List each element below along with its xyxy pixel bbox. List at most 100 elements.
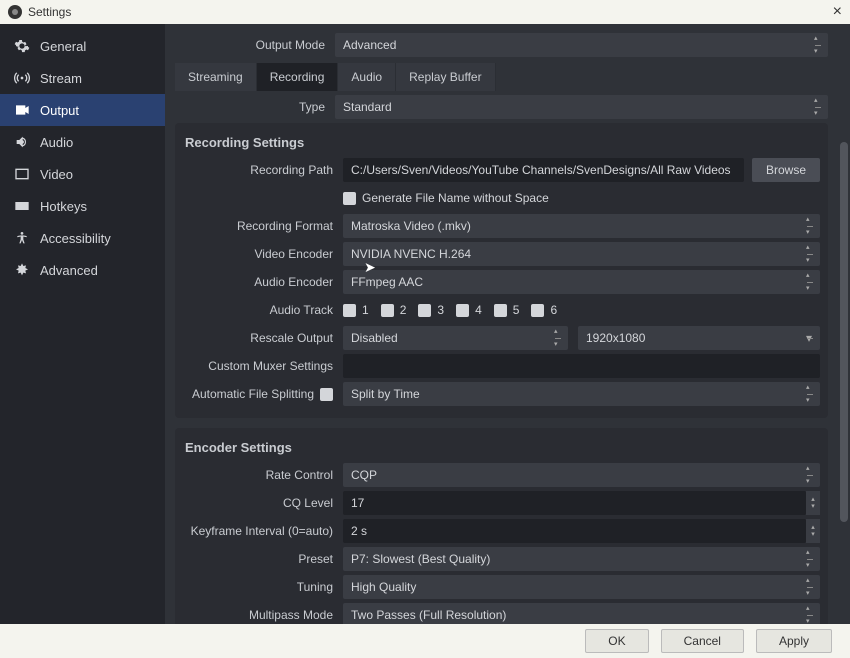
recording-settings-title: Recording Settings: [183, 131, 820, 158]
ok-button[interactable]: OK: [585, 629, 648, 653]
gen-filename-checkbox[interactable]: [343, 192, 356, 205]
sidebar-item-accessibility[interactable]: Accessibility: [0, 222, 165, 254]
tuning-label: Tuning: [183, 580, 343, 594]
recording-path-input[interactable]: [343, 158, 744, 182]
split-label: Automatic File Splitting: [192, 387, 314, 401]
close-icon[interactable]: ×: [833, 3, 842, 21]
sidebar-item-video[interactable]: Video: [0, 158, 165, 190]
cq-level-label: CQ Level: [183, 496, 343, 510]
sidebar-item-output[interactable]: Output: [0, 94, 165, 126]
recording-path-label: Recording Path: [183, 163, 343, 177]
advanced-icon: [14, 262, 30, 278]
audio-track-label: Audio Track: [183, 303, 343, 317]
split-checkbox[interactable]: [320, 388, 333, 401]
sidebar-label: Stream: [40, 71, 82, 86]
track-1-checkbox[interactable]: [343, 304, 356, 317]
bottom-bar: OK Cancel Apply: [0, 624, 850, 658]
encoder-settings-panel: Encoder Settings Rate Control CQP CQ Lev…: [175, 428, 828, 624]
gear-icon: [14, 38, 30, 54]
rescale-label: Rescale Output: [183, 331, 343, 345]
sidebar-label: Hotkeys: [40, 199, 87, 214]
window-title: Settings: [28, 5, 71, 19]
tab-audio[interactable]: Audio: [338, 63, 396, 91]
track-5-checkbox[interactable]: [494, 304, 507, 317]
spinner-icon: [806, 465, 816, 485]
tab-streaming[interactable]: Streaming: [175, 63, 257, 91]
output-icon: [14, 102, 30, 118]
keyframe-label: Keyframe Interval (0=auto): [183, 524, 343, 538]
spinner-icon: [554, 328, 564, 348]
spinner-icon: [814, 35, 824, 55]
tab-replay-buffer[interactable]: Replay Buffer: [396, 63, 496, 91]
recording-settings-panel: Recording Settings Recording Path Browse…: [175, 123, 828, 418]
spinner-icon: [806, 577, 816, 597]
track-6-checkbox[interactable]: [531, 304, 544, 317]
output-tabs: Streaming Recording Audio Replay Buffer: [175, 63, 828, 91]
keyframe-input[interactable]: [343, 519, 806, 543]
multipass-label: Multipass Mode: [183, 608, 343, 622]
type-select[interactable]: Standard: [335, 95, 828, 119]
video-encoder-label: Video Encoder: [183, 247, 343, 261]
gen-filename-label: Generate File Name without Space: [362, 191, 549, 205]
sidebar-label: Advanced: [40, 263, 98, 278]
recording-format-label: Recording Format: [183, 219, 343, 233]
spinner-icon: [806, 216, 816, 236]
sidebar-label: Accessibility: [40, 231, 111, 246]
spinner-icon[interactable]: [806, 491, 820, 515]
sidebar-item-stream[interactable]: Stream: [0, 62, 165, 94]
sidebar-label: General: [40, 39, 86, 54]
track-4-checkbox[interactable]: [456, 304, 469, 317]
spinner-icon: [806, 605, 816, 624]
keyboard-icon: [14, 198, 30, 214]
browse-button[interactable]: Browse: [752, 158, 820, 182]
tuning-select[interactable]: High Quality: [343, 575, 820, 599]
recording-format-select[interactable]: Matroska Video (.mkv): [343, 214, 820, 238]
sidebar: General Stream Output Audio Video Hotkey…: [0, 24, 165, 624]
spinner-icon: [806, 244, 816, 264]
accessibility-icon: [14, 230, 30, 246]
sidebar-item-hotkeys[interactable]: Hotkeys: [0, 190, 165, 222]
spinner-icon: [806, 272, 816, 292]
sidebar-item-advanced[interactable]: Advanced: [0, 254, 165, 286]
sidebar-label: Output: [40, 103, 79, 118]
sidebar-label: Audio: [40, 135, 73, 150]
app-logo-icon: [8, 5, 22, 19]
spinner-icon: [806, 549, 816, 569]
cancel-button[interactable]: Cancel: [661, 629, 744, 653]
scrollbar[interactable]: [840, 142, 848, 522]
rescale-res-select[interactable]: 1920x1080 ▾: [578, 326, 820, 350]
multipass-select[interactable]: Two Passes (Full Resolution): [343, 603, 820, 624]
chevron-down-icon: ▾: [806, 331, 812, 345]
rate-control-select[interactable]: CQP: [343, 463, 820, 487]
sidebar-item-audio[interactable]: Audio: [0, 126, 165, 158]
preset-label: Preset: [183, 552, 343, 566]
cq-level-input[interactable]: [343, 491, 806, 515]
muxer-input[interactable]: [343, 354, 820, 378]
split-select[interactable]: Split by Time: [343, 382, 820, 406]
spinner-icon: [806, 384, 816, 404]
audio-icon: [14, 134, 30, 150]
track-3-checkbox[interactable]: [418, 304, 431, 317]
sidebar-item-general[interactable]: General: [0, 30, 165, 62]
audio-encoder-select[interactable]: FFmpeg AAC: [343, 270, 820, 294]
video-icon: [14, 166, 30, 182]
preset-select[interactable]: P7: Slowest (Best Quality): [343, 547, 820, 571]
encoder-settings-title: Encoder Settings: [183, 436, 820, 463]
spinner-icon[interactable]: [806, 519, 820, 543]
tab-recording[interactable]: Recording: [257, 63, 339, 91]
rescale-select[interactable]: Disabled: [343, 326, 568, 350]
sidebar-label: Video: [40, 167, 73, 182]
audio-encoder-label: Audio Encoder: [183, 275, 343, 289]
output-mode-select[interactable]: Advanced: [335, 33, 828, 57]
muxer-label: Custom Muxer Settings: [183, 359, 343, 373]
broadcast-icon: [14, 70, 30, 86]
spinner-icon: [814, 97, 824, 117]
apply-button[interactable]: Apply: [756, 629, 832, 653]
output-mode-label: Output Mode: [175, 38, 335, 52]
video-encoder-select[interactable]: NVIDIA NVENC H.264: [343, 242, 820, 266]
type-label: Type: [175, 100, 335, 114]
main-panel: Output Mode Advanced Streaming Recording…: [165, 24, 850, 624]
titlebar: Settings ×: [0, 0, 850, 24]
rate-control-label: Rate Control: [183, 468, 343, 482]
track-2-checkbox[interactable]: [381, 304, 394, 317]
